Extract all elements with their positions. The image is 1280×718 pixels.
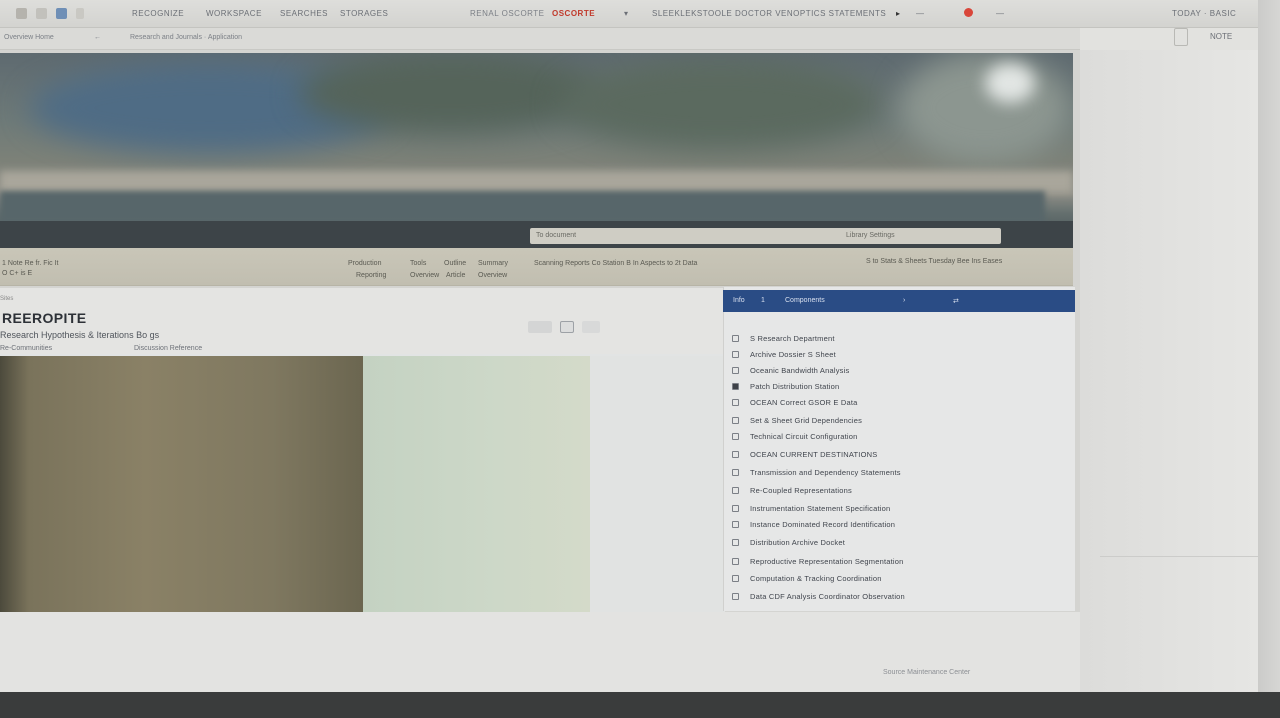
page-title: REEROPITE [2, 310, 87, 326]
right-meta: TODAY · BASIC [1172, 9, 1237, 18]
list-item-label: Patch Distribution Station [750, 382, 840, 391]
center-accent: OSCORTE [552, 9, 596, 18]
list-item-label: Oceanic Bandwidth Analysis [750, 366, 850, 375]
list-item-icon [732, 521, 739, 528]
panel-header: Info 1 Components › ⇄ [723, 290, 1075, 312]
bottom-panel [0, 612, 1080, 692]
list-item-icon [732, 399, 739, 406]
hero-bar-left: To document [536, 232, 577, 239]
bookmark-button[interactable] [560, 321, 574, 333]
meta-right[interactable]: Discussion Reference [134, 345, 202, 352]
share-button[interactable] [528, 321, 552, 333]
strip-tab-3[interactable]: Summary [478, 260, 508, 267]
content-blank [590, 356, 725, 612]
list-item-icon [732, 433, 739, 440]
panel-header-title: Components [785, 297, 825, 304]
chevron-right-icon[interactable]: ▸ [896, 9, 901, 18]
right-sidebar [1080, 50, 1260, 718]
list-item-icon [732, 367, 739, 374]
menu-recognize[interactable]: RECOGNIZE [132, 9, 184, 18]
sub-toolbar-path: Research and Journals · Application [130, 34, 243, 41]
search-input[interactable]: SLEEKLEKSTOOLE DOCTOR VENOPTICS STATEMEN… [652, 9, 886, 18]
bookmark-icon[interactable] [56, 8, 67, 19]
list-item-label: Distribution Archive Docket [750, 538, 846, 547]
list-item-icon [732, 335, 739, 342]
panel-header-a[interactable]: Info [733, 297, 745, 304]
list-item-label: Data CDF Analysis Coordinator Observatio… [750, 592, 905, 601]
list-item-icon [732, 351, 739, 358]
list-item-label: Computation & Tracking Coordination [750, 574, 882, 583]
strip-tab-sub-0: Reporting [356, 272, 387, 279]
hero-image [0, 53, 1073, 248]
window-edge [1258, 0, 1280, 718]
more-button[interactable] [582, 321, 600, 333]
panel-header-b[interactable]: 1 [761, 297, 765, 304]
strip-center: Scanning Reports Co Station B In Aspects… [534, 260, 698, 267]
meta-left[interactable]: Re-Communities [0, 345, 52, 352]
strip-right: S to Stats & Sheets Tuesday Bee Ins Ease… [866, 258, 1003, 265]
strip-tab-2[interactable]: Outline [444, 260, 466, 267]
center-label: RENAL OSCORTE [470, 9, 545, 18]
strip-left-line1: 1 Note Re fr. Fic It [2, 260, 59, 267]
list-item-label: Set & Sheet Grid Dependencies [750, 416, 863, 425]
list-item-icon [732, 505, 739, 512]
back-icon[interactable]: ← [94, 34, 101, 41]
content-image-light [363, 356, 590, 612]
side-label: NOTE [1210, 32, 1233, 41]
link-icon[interactable]: ⇄ [953, 297, 959, 305]
strip-tab-sub-2: Article [446, 272, 466, 279]
strip-tab-sub-3: Overview [478, 272, 508, 279]
strip-tab-0[interactable]: Production [348, 260, 381, 267]
list-item-label: Technical Circuit Configuration [750, 432, 858, 441]
list-item-label: OCEAN CURRENT DESTINATIONS [750, 450, 878, 459]
gear-icon[interactable] [16, 8, 27, 19]
list-item-label: Re-Coupled Representations [750, 486, 852, 495]
hero-bar-right[interactable]: Library Settings [846, 232, 895, 239]
strip-left-line2: O C+ is E [2, 270, 33, 277]
monitor-bezel [0, 692, 1280, 718]
hero-search-bar[interactable]: To document Library Settings [530, 228, 1001, 244]
list-item-icon [732, 593, 739, 600]
flag-icon[interactable] [964, 8, 973, 17]
article-header [0, 288, 725, 354]
sub-toolbar-left[interactable]: Overview Home [4, 34, 54, 41]
menu-workspace[interactable]: WORKSPACE [206, 9, 262, 18]
list-item-icon [732, 487, 739, 494]
menu-storages[interactable]: STORAGES [340, 9, 388, 18]
list-item-icon [732, 575, 739, 582]
footer-text: Source Maintenance Center [883, 669, 971, 676]
chevron-right-icon[interactable]: › [903, 297, 905, 304]
list-item-label: Instance Dominated Record Identification [750, 520, 896, 529]
breadcrumb[interactable]: Sites [0, 296, 13, 302]
list-item-label: Reproductive Representation Segmentation [750, 557, 904, 566]
info-strip: 1 Note Re fr. Fic It O C+ is E Productio… [0, 248, 1073, 286]
divider [1100, 556, 1280, 557]
panel-toggle-icon[interactable] [1174, 28, 1188, 46]
list-item-label: S Research Department [750, 334, 835, 343]
list-item-label: Transmission and Dependency Statements [750, 468, 901, 477]
app-toolbar: RECOGNIZE WORKSPACE SEARCHES STORAGES RE… [0, 0, 1280, 28]
page-subtitle: Research Hypothesis & Iterations Bo gs [0, 330, 160, 340]
sub-toolbar: Overview Home ← Research and Journals · … [0, 28, 1080, 50]
list-item-icon [732, 417, 739, 424]
chevron-down-icon[interactable]: ▾ [624, 9, 629, 18]
minus-icon[interactable]: — [916, 9, 925, 18]
strip-tab-1[interactable]: Tools [410, 260, 426, 267]
grid-icon[interactable] [36, 8, 47, 19]
content-image-dark [0, 356, 363, 612]
list-item-icon [732, 451, 739, 458]
side-toolbar: NOTE [1080, 28, 1280, 50]
list-item-label: Instrumentation Statement Specification [750, 504, 891, 513]
list-item-label: Archive Dossier S Sheet [750, 350, 836, 359]
list-item-label: OCEAN Correct GSOR E Data [750, 398, 858, 407]
refresh-icon[interactable] [76, 8, 84, 19]
list-item-icon [732, 539, 739, 546]
menu-searches[interactable]: SEARCHES [280, 9, 328, 18]
list-item-icon [732, 383, 739, 390]
strip-tab-sub-1: Overview [410, 272, 440, 279]
dash-icon: — [996, 9, 1005, 18]
list-item-icon [732, 469, 739, 476]
list-item-icon [732, 558, 739, 565]
